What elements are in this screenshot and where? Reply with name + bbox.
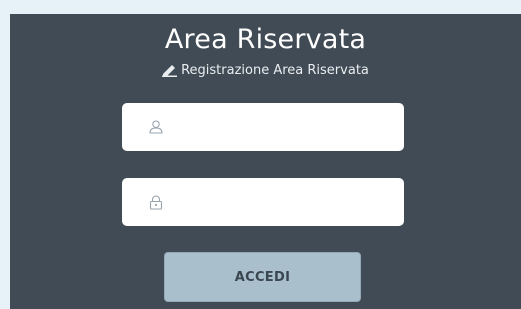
pencil-icon	[162, 64, 178, 77]
login-button[interactable]: ACCEDI	[164, 252, 361, 302]
lock-icon	[148, 194, 164, 210]
page-title: Area Riservata	[164, 24, 367, 55]
register-link[interactable]: Registrazione Area Riservata	[10, 63, 521, 78]
username-field-container	[122, 103, 404, 151]
username-input[interactable]	[164, 103, 404, 151]
register-link-label: Registrazione Area Riservata	[181, 63, 369, 78]
login-panel: Area Riservata Registrazione Area Riserv…	[10, 14, 521, 309]
password-input[interactable]	[164, 178, 404, 226]
user-icon	[148, 119, 164, 135]
password-field-container	[122, 178, 404, 226]
